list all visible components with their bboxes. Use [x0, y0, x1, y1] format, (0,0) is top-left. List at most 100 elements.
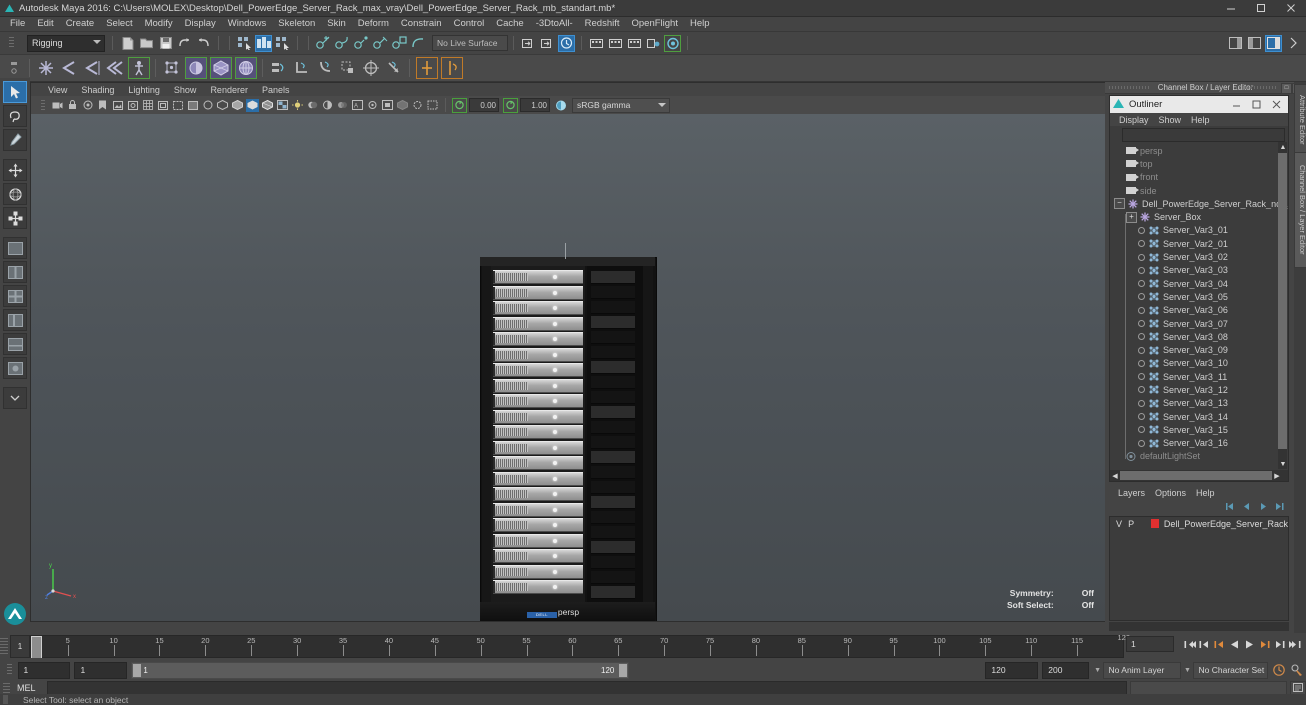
- outliner-close-button[interactable]: [1266, 97, 1286, 112]
- move-tool-button[interactable]: [3, 159, 27, 181]
- go-to-start-button[interactable]: [1183, 637, 1196, 651]
- parent-constraint-button[interactable]: [269, 58, 289, 78]
- tab-channel-box-layer-editor[interactable]: Channel Box / Layer Editor: [1294, 152, 1306, 268]
- add-to-character-set-button[interactable]: [440, 57, 463, 79]
- outliner-search-field[interactable]: [1122, 128, 1285, 142]
- paint-skin-weights-button[interactable]: [184, 57, 207, 79]
- live-surface-field[interactable]: No Live Surface: [432, 35, 508, 51]
- multisample-aa-button[interactable]: A: [351, 99, 364, 112]
- menu-item-edit[interactable]: Edit: [31, 17, 59, 31]
- gate-mask-button[interactable]: [186, 99, 199, 112]
- layer-menu-options[interactable]: Options: [1150, 488, 1191, 498]
- tree-expander-toggle[interactable]: −: [1114, 198, 1125, 210]
- outliner-horizontal-scrollbar[interactable]: ◀ ▶: [1110, 470, 1288, 481]
- bind-skin-button[interactable]: [162, 58, 182, 78]
- pole-vector-constraint-button[interactable]: [384, 58, 404, 78]
- command-line-grip[interactable]: [3, 682, 10, 693]
- render-view-button[interactable]: [664, 34, 681, 52]
- depth-of-field-button[interactable]: [366, 99, 379, 112]
- layer-menu-layers[interactable]: Layers: [1113, 488, 1150, 498]
- four-pane-layout-button[interactable]: [3, 285, 27, 307]
- outliner-item-server-var3-08[interactable]: Server_Var3_08: [1110, 330, 1288, 343]
- viewport-grip[interactable]: [36, 99, 49, 112]
- playback-start-time-field[interactable]: 1: [74, 661, 128, 679]
- scroll-up-icon[interactable]: ▲: [1278, 142, 1288, 152]
- dock-grip[interactable]: [1109, 86, 1149, 89]
- time-slider-cursor[interactable]: [31, 636, 42, 659]
- command-language-label[interactable]: MEL: [13, 683, 47, 693]
- outliner-item-server-var3-05[interactable]: Server_Var3_05: [1110, 290, 1288, 303]
- time-slider-start-field[interactable]: 1: [10, 635, 30, 658]
- time-slider-grip[interactable]: [0, 636, 8, 654]
- outliner-menu-show[interactable]: Show: [1154, 115, 1187, 125]
- viewport-menu-lighting[interactable]: Lighting: [121, 85, 167, 95]
- menu-item-file[interactable]: File: [4, 17, 31, 31]
- outliner-maximize-button[interactable]: [1246, 97, 1266, 112]
- menu-item-constrain[interactable]: Constrain: [395, 17, 448, 31]
- menu-item-display[interactable]: Display: [179, 17, 222, 31]
- tree-expander-toggle[interactable]: +: [1126, 211, 1137, 223]
- layer-playback-toggle[interactable]: P: [1125, 519, 1137, 529]
- camera-attributes-button[interactable]: [81, 99, 94, 112]
- redo-button[interactable]: [195, 35, 212, 52]
- play-forwards-button[interactable]: [1243, 637, 1256, 651]
- toggle-channel-box-button[interactable]: [1265, 34, 1282, 52]
- more-layouts-button[interactable]: [3, 387, 27, 409]
- snap-to-curve-button[interactable]: [334, 35, 351, 52]
- outliner-item-server-var3-16[interactable]: Server_Var3_16: [1110, 437, 1288, 450]
- persp-graph-layout-button[interactable]: [3, 333, 27, 355]
- scroll-down-icon[interactable]: ▼: [1278, 459, 1288, 469]
- layer-menu-help[interactable]: Help: [1191, 488, 1220, 498]
- bookmark-button[interactable]: [96, 99, 109, 112]
- resolution-gate-button[interactable]: [171, 99, 184, 112]
- sidebar-expand-button[interactable]: [1284, 35, 1301, 52]
- lasso-tool-button[interactable]: [3, 105, 27, 127]
- step-forward-frame-button[interactable]: [1258, 637, 1271, 651]
- paint-selection-tool-button[interactable]: [3, 129, 27, 151]
- lock-camera-button[interactable]: [66, 99, 79, 112]
- outliner-item-server-var3-09[interactable]: Server_Var3_09: [1110, 343, 1288, 356]
- xray-toggle-button[interactable]: [396, 99, 409, 112]
- animation-start-time-field[interactable]: 1: [17, 661, 71, 679]
- outliner-item-server-var3-10[interactable]: Server_Var3_10: [1110, 357, 1288, 370]
- playback-end-time-field[interactable]: 120: [985, 661, 1039, 679]
- toggle-tool-settings-button[interactable]: [1246, 35, 1263, 52]
- outliner-vscroll-thumb[interactable]: [1278, 153, 1287, 449]
- outliner-item-server-box[interactable]: + Server_Box: [1110, 210, 1288, 223]
- outliner-item-server-var3-01[interactable]: Server_Var3_01: [1110, 224, 1288, 237]
- exposure-value-field[interactable]: 0.00: [469, 98, 499, 112]
- range-slider-bar[interactable]: 1 120: [131, 661, 630, 679]
- current-frame-field[interactable]: 1: [1126, 636, 1174, 652]
- persp-outliner-layout-button[interactable]: [3, 309, 27, 331]
- maximize-button[interactable]: [1246, 0, 1276, 16]
- menu-item-skeleton[interactable]: Skeleton: [272, 17, 321, 31]
- rotate-tool-button[interactable]: [3, 183, 27, 205]
- ipr-render-button[interactable]: [607, 35, 624, 52]
- orient-constraint-button[interactable]: [315, 58, 335, 78]
- play-backwards-button[interactable]: [1228, 637, 1241, 651]
- menu-item-cache[interactable]: Cache: [490, 17, 529, 31]
- select-by-hierarchy-button[interactable]: [236, 35, 253, 52]
- layer-last-icon[interactable]: [1273, 501, 1285, 513]
- menu-item-modify[interactable]: Modify: [139, 17, 179, 31]
- viewport-menu-shading[interactable]: Shading: [74, 85, 121, 95]
- outliner-item-top[interactable]: top: [1110, 157, 1288, 170]
- image-plane-button[interactable]: [111, 99, 124, 112]
- color-profile-selector[interactable]: sRGB gamma: [572, 97, 670, 113]
- menu-item-3dtoall[interactable]: -3DtoAll-: [530, 17, 579, 31]
- menu-item-redshift[interactable]: Redshift: [579, 17, 626, 31]
- layer-visibility-toggle[interactable]: V: [1113, 519, 1125, 529]
- range-dropdown-icon[interactable]: ▼: [1093, 665, 1103, 675]
- layer-prev-icon[interactable]: [1241, 501, 1253, 513]
- hypershade-layout-button[interactable]: [3, 357, 27, 379]
- show-output-connections-button[interactable]: [539, 35, 556, 52]
- menu-item-help[interactable]: Help: [684, 17, 716, 31]
- insert-joint-tool-button[interactable]: [59, 58, 79, 78]
- connect-joint-button[interactable]: [105, 58, 125, 78]
- dock-grip-right[interactable]: [1236, 86, 1276, 89]
- toggle-attribute-editor-button[interactable]: [1227, 35, 1244, 52]
- scale-constraint-button[interactable]: [338, 58, 358, 78]
- texture-display-button[interactable]: [276, 99, 289, 112]
- dock-undock-button[interactable]: □: [1281, 83, 1292, 94]
- hypershade-button[interactable]: [645, 35, 662, 52]
